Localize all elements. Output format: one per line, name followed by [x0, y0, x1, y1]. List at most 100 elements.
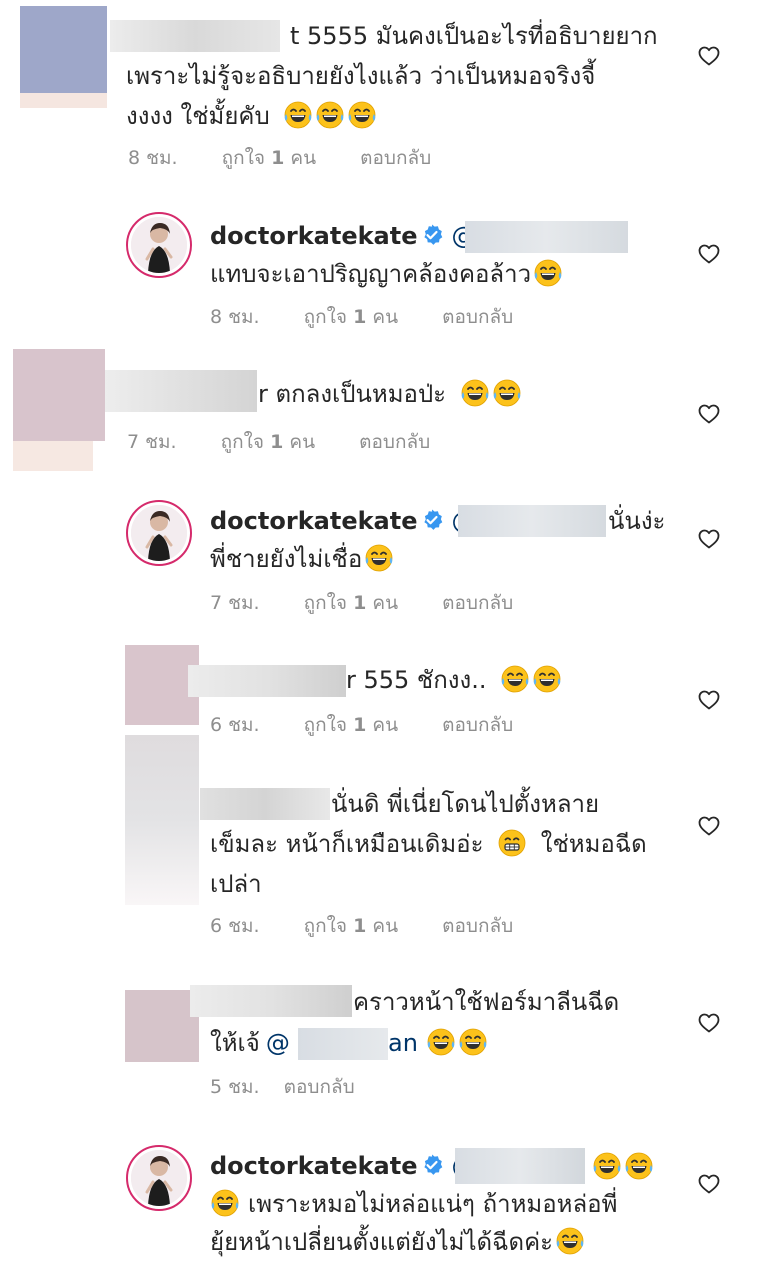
mention-tail[interactable]: an — [388, 1024, 418, 1062]
username[interactable]: doctorkatekate — [210, 222, 418, 250]
mention-redacted[interactable] — [458, 505, 606, 537]
comment-meta: 7 ชม. ถูกใจ 1 คน ตอบกลับ — [127, 427, 430, 457]
reply-button[interactable]: ตอบกลับ — [284, 1076, 355, 1098]
likes-count[interactable]: ถูกใจ 1 คน — [221, 431, 315, 453]
comment-text-line: r 555 ชักงง.. — [346, 666, 487, 694]
comment-text: r 555 ชักงง.. — [346, 661, 562, 699]
comment-text-line: ยุ้ยหน้าเปลี่ยนตั้งแต่ยังไม่ได้ฉีดค่ะ — [210, 1228, 554, 1256]
heart-outline-icon[interactable] — [697, 527, 721, 551]
tears-of-joy-emoji — [500, 664, 530, 694]
tears-of-joy-emoji — [364, 543, 394, 573]
tears-of-joy-emoji — [532, 664, 562, 694]
tears-of-joy-emoji — [426, 1027, 456, 1057]
timestamp: 6 ชม. — [210, 915, 260, 937]
username-redacted[interactable] — [110, 20, 280, 52]
reply-button[interactable]: ตอบกลับ — [442, 915, 513, 937]
timestamp: 5 ชม. — [210, 1076, 260, 1098]
tears-of-joy-emoji — [347, 100, 377, 130]
grinning-emoji — [497, 828, 527, 858]
heart-outline-icon[interactable] — [697, 1011, 721, 1035]
username[interactable]: doctorkatekate — [210, 1152, 418, 1180]
username-redacted[interactable] — [200, 788, 330, 820]
comment-5: r 555 ชักงง.. 6 ชม. ถูกใจ 1 คน ตอบกลับ — [0, 640, 764, 736]
avatar[interactable] — [20, 6, 107, 93]
mention-redacted[interactable] — [455, 1148, 585, 1184]
avatar[interactable] — [126, 1145, 192, 1211]
comment-3: r ตกลงเป็นหมอป่ะ 7 ชม. ถูกใจ 1 คน ตอบกลั… — [0, 345, 764, 475]
comment-text: เปล่า — [210, 870, 262, 898]
tears-of-joy-emoji — [283, 100, 313, 130]
timestamp: 7 ชม. — [127, 431, 177, 453]
comment-text: เข็มละ หน้าก็เหมือนเดิมอ่ะ ใช่หมอฉีด — [210, 825, 647, 863]
comment-meta: 7 ชม. ถูกใจ 1 คน ตอบกลับ — [210, 588, 513, 618]
comment-2: doctorkatekate @ แทบจะเอาปริญญาคล้องคอล้า… — [0, 200, 764, 340]
timestamp: 6 ชม. — [210, 714, 260, 736]
comment-text: นั่นดิ พี่เนี่ยโดนไปตั้งหลาย — [331, 790, 600, 818]
tears-of-joy-emoji — [555, 1226, 585, 1256]
tears-of-joy-emoji — [315, 100, 345, 130]
comment-meta: 8 ชม. ถูกใจ 1 คน ตอบกลับ — [210, 302, 513, 332]
reply-button[interactable]: ตอบกลับ — [360, 147, 431, 169]
comment-meta: 6 ชม. ถูกใจ 1 คน ตอบกลับ — [210, 911, 513, 941]
comment-meta: 5 ชม. ตอบกลับ — [210, 1072, 355, 1102]
tears-of-joy-emoji — [592, 1151, 622, 1181]
comment-8: doctorkatekate@ เพราะหมอไม่หล่อแน่ๆ ถ้าห… — [0, 1135, 764, 1280]
mention-redacted[interactable] — [465, 221, 628, 253]
tears-of-joy-emoji — [624, 1151, 654, 1181]
heart-outline-icon[interactable] — [697, 44, 721, 68]
reply-button[interactable]: ตอบกลับ — [442, 592, 513, 614]
comment-6: นั่นดิ พี่เนี่ยโดนไปตั้งหลาย เข็มละ หน้า… — [0, 735, 764, 945]
comment-header: doctorkatekate@ — [210, 1147, 476, 1185]
avatar[interactable] — [13, 349, 105, 441]
verified-badge-icon — [420, 1153, 444, 1177]
timestamp: 8 ชม. — [210, 306, 260, 328]
username[interactable]: doctorkatekate — [210, 507, 418, 535]
emoji-group — [424, 1027, 488, 1057]
timestamp: 7 ชม. — [210, 592, 260, 614]
likes-count[interactable]: ถูกใจ 1 คน — [304, 592, 398, 614]
tears-of-joy-emoji — [492, 378, 522, 408]
username-redacted[interactable] — [190, 985, 352, 1017]
comment-text: t 5555 มันคงเป็นอะไรที่อธิบายยาก — [290, 22, 658, 50]
timestamp: 8 ชม. — [128, 147, 178, 169]
heart-outline-icon[interactable] — [697, 814, 721, 838]
tears-of-joy-emoji — [533, 258, 563, 288]
tears-of-joy-emoji — [210, 1188, 240, 1218]
heart-outline-icon[interactable] — [697, 1172, 721, 1196]
comment-text: r ตกลงเป็นหมอป่ะ — [258, 375, 522, 413]
likes-count[interactable]: ถูกใจ 1 คน — [304, 714, 398, 736]
comment-text-line: ให้เจ้ — [210, 1029, 260, 1057]
comment-text: พี่ชายยังไม่เชื่อ — [210, 540, 394, 578]
comment-text: เพราะหมอไม่หล่อแน่ๆ ถ้าหมอหล่อพี่ — [210, 1185, 617, 1223]
avatar[interactable] — [125, 990, 199, 1062]
username-redacted[interactable] — [188, 665, 346, 697]
avatar[interactable] — [126, 500, 192, 566]
heart-outline-icon[interactable] — [697, 242, 721, 266]
comment-text: แทบจะเอาปริญญาคล้องคอล้าว — [210, 255, 563, 293]
comment-text-line: แทบจะเอาปริญญาคล้องคอล้าว — [210, 260, 532, 288]
reply-button[interactable]: ตอบกลับ — [442, 714, 513, 736]
comment-text-line: r ตกลงเป็นหมอป่ะ — [258, 380, 447, 408]
avatar[interactable] — [125, 735, 199, 905]
heart-outline-icon[interactable] — [697, 402, 721, 426]
comment-text-line: เข็มละ หน้าก็เหมือนเดิมอ่ะ — [210, 830, 484, 858]
username-redacted[interactable] — [105, 370, 257, 412]
mention-redacted[interactable] — [298, 1028, 388, 1060]
reply-button[interactable]: ตอบกลับ — [442, 306, 513, 328]
comment-text: คราวหน้าใช้ฟอร์มาลีนฉีด — [353, 988, 620, 1016]
likes-count[interactable]: ถูกใจ 1 คน — [304, 915, 398, 937]
tears-of-joy-emoji — [460, 378, 490, 408]
comment-text: ให้เจ้ @ — [210, 1024, 290, 1062]
likes-count[interactable]: ถูกใจ 1 คน — [304, 306, 398, 328]
tears-of-joy-emoji — [458, 1027, 488, 1057]
comment-1: t 5555 มันคงเป็นอะไรที่อธิบายยาก เพราะไม… — [0, 0, 764, 185]
comment-7: คราวหน้าใช้ฟอร์มาลีนฉีด ให้เจ้ @ an 5 ชม.… — [0, 975, 764, 1105]
avatar-image — [131, 505, 187, 561]
avatar[interactable] — [126, 212, 192, 278]
heart-outline-icon[interactable] — [697, 688, 721, 712]
reply-button[interactable]: ตอบกลับ — [359, 431, 430, 453]
comment-text-line: เพราะหมอไม่หล่อแน่ๆ ถ้าหมอหล่อพี่ — [248, 1190, 618, 1218]
likes-count[interactable]: ถูกใจ 1 คน — [222, 147, 316, 169]
comment-text-line: พี่ชายยังไม่เชื่อ — [210, 545, 363, 573]
mention[interactable]: @ — [266, 1029, 290, 1057]
